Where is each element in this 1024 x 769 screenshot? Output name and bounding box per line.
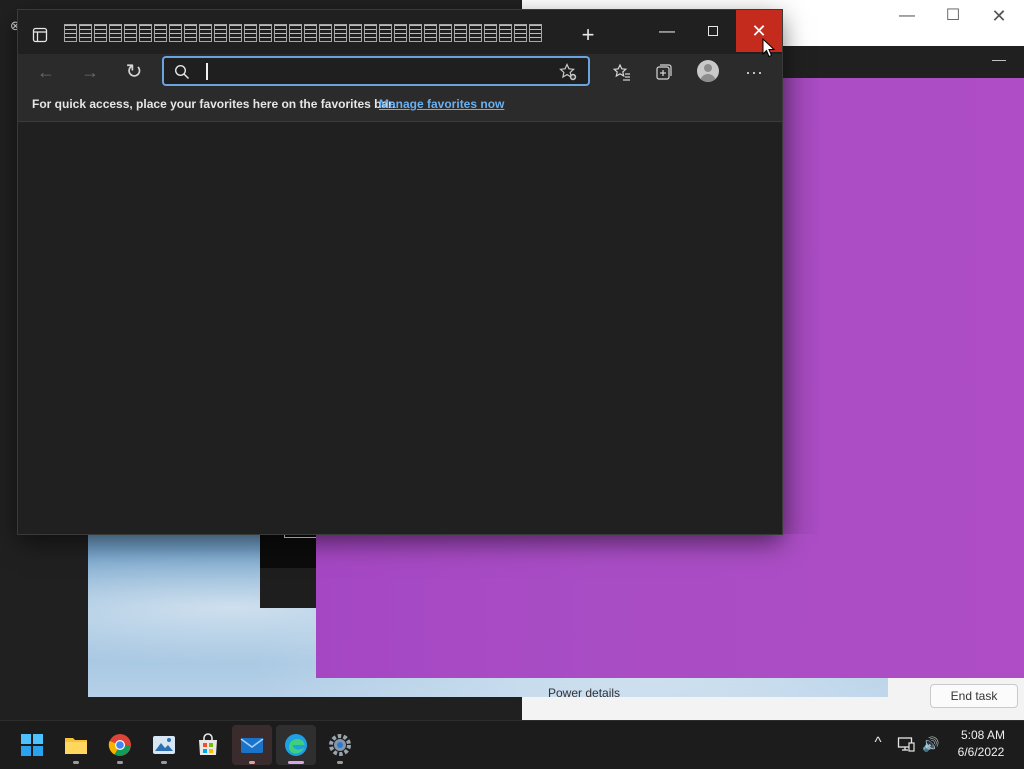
maximize-button[interactable]: ☐: [930, 7, 976, 25]
text-caret: [206, 63, 208, 80]
minimize-button[interactable]: —: [884, 7, 930, 25]
maximize-icon: [708, 26, 718, 36]
browser-tab[interactable]: [439, 24, 452, 42]
browser-tab[interactable]: [289, 24, 302, 42]
power-details-link[interactable]: Power details: [548, 686, 628, 700]
browser-tab[interactable]: [334, 24, 347, 42]
browser-tab[interactable]: [244, 24, 257, 42]
favorites-button[interactable]: [606, 58, 638, 86]
browser-tab[interactable]: [529, 24, 542, 42]
start-button[interactable]: [12, 725, 52, 765]
taskbar-settings[interactable]: [320, 725, 360, 765]
new-tab-button[interactable]: +: [576, 24, 600, 46]
browser-tab[interactable]: [229, 24, 242, 42]
mouse-cursor-icon: [762, 37, 776, 58]
profile-button[interactable]: [692, 58, 724, 86]
taskbar-photos[interactable]: [144, 725, 184, 765]
browser-tab[interactable]: [409, 24, 422, 42]
browser-tab[interactable]: [424, 24, 437, 42]
manage-favorites-link[interactable]: Manage favorites now: [379, 97, 504, 111]
close-button[interactable]: ✕: [976, 7, 1022, 25]
browser-tab[interactable]: [184, 24, 197, 42]
mail-icon: [240, 738, 264, 753]
refresh-button[interactable]: ↻: [118, 58, 150, 86]
window-fragment-tab: [284, 534, 318, 538]
taskbar-mail[interactable]: [232, 725, 272, 765]
tab-list: [64, 24, 548, 46]
browser-tab[interactable]: [199, 24, 212, 42]
collapse-icon[interactable]: —: [992, 52, 1008, 66]
edge-icon: [285, 734, 307, 756]
browser-tab[interactable]: [319, 24, 332, 42]
browser-tab[interactable]: [514, 24, 527, 42]
file-explorer-icon: [65, 738, 87, 754]
browser-tab[interactable]: [274, 24, 287, 42]
search-icon: [174, 64, 190, 80]
taskbar-edge[interactable]: [276, 725, 316, 765]
favorites-bar: For quick access, place your favorites h…: [18, 90, 782, 122]
tab-actions-icon[interactable]: [32, 27, 48, 43]
avatar: [697, 60, 719, 82]
browser-tab[interactable]: [94, 24, 107, 42]
back-button[interactable]: ←: [30, 58, 62, 86]
edge-window: + — ✕ ← → ↻ ··· For quick access, place …: [18, 10, 782, 534]
browser-tab[interactable]: [499, 24, 512, 42]
network-icon[interactable]: [897, 736, 915, 752]
browser-tab[interactable]: [154, 24, 167, 42]
show-hidden-icons-chevron-icon[interactable]: ^: [870, 734, 886, 752]
window-shadow: [782, 78, 822, 534]
browser-tab[interactable]: [469, 24, 482, 42]
browser-tab[interactable]: [169, 24, 182, 42]
volume-icon[interactable]: 🔊: [922, 736, 942, 752]
browser-tab[interactable]: [109, 24, 122, 42]
browser-tab[interactable]: [394, 24, 407, 42]
photos-icon: [153, 736, 175, 754]
browser-tab[interactable]: [454, 24, 467, 42]
browser-tab[interactable]: [64, 24, 77, 42]
browser-tab[interactable]: [379, 24, 392, 42]
browser-tab[interactable]: [484, 24, 497, 42]
clock-date[interactable]: 6/6/2022: [954, 745, 1008, 761]
browser-tab[interactable]: [349, 24, 362, 42]
start-icon: [21, 734, 43, 756]
tab-strip: + — ✕: [18, 10, 782, 54]
favorites-bar-message: For quick access, place your favorites h…: [32, 97, 396, 111]
toolbar: ← → ↻ ···: [18, 54, 782, 90]
forward-button[interactable]: →: [74, 58, 106, 86]
taskbar-store[interactable]: [188, 725, 228, 765]
maximize-button[interactable]: [690, 20, 736, 44]
browser-tab[interactable]: [259, 24, 272, 42]
settings-icon: [329, 734, 351, 756]
window-fragment-lower: [260, 568, 316, 608]
taskbar-file-explorer[interactable]: [56, 725, 96, 765]
clock-time[interactable]: 5:08 AM: [958, 728, 1008, 744]
address-bar[interactable]: [162, 56, 590, 86]
more-options-button[interactable]: ···: [738, 58, 770, 86]
add-favorite-icon[interactable]: [558, 62, 578, 82]
collections-button[interactable]: [648, 58, 680, 86]
end-task-button[interactable]: End task: [930, 684, 1018, 708]
address-input[interactable]: [200, 60, 544, 84]
browser-tab[interactable]: [139, 24, 152, 42]
browser-tab[interactable]: [304, 24, 317, 42]
browser-tab[interactable]: [364, 24, 377, 42]
minimize-button[interactable]: —: [644, 20, 690, 44]
taskbar-chrome[interactable]: [100, 725, 140, 765]
page-content: [18, 122, 782, 534]
browser-tab[interactable]: [214, 24, 227, 42]
browser-tab[interactable]: [79, 24, 92, 42]
chrome-icon: [108, 734, 131, 756]
browser-tab[interactable]: [124, 24, 137, 42]
store-icon: [199, 733, 217, 755]
